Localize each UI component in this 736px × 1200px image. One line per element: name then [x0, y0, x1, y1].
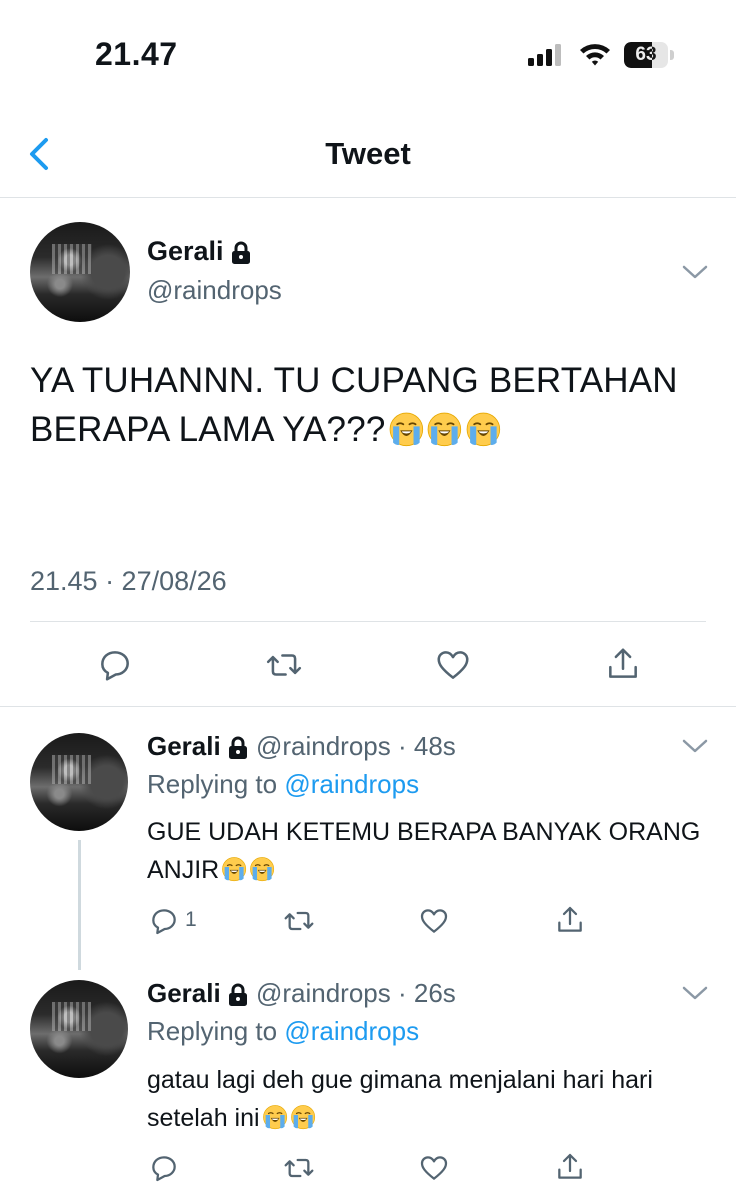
reply-time[interactable]: 26s	[414, 978, 456, 1008]
emoji-group	[260, 1104, 317, 1132]
page-title: Tweet	[325, 136, 411, 171]
avatar[interactable]	[30, 222, 130, 322]
avatar[interactable]	[30, 733, 128, 831]
top-navigation: Tweet	[0, 110, 736, 198]
loudly-crying-face-emoji	[262, 1104, 288, 1130]
retweet-icon[interactable]	[264, 646, 304, 684]
avatar[interactable]	[30, 980, 128, 1078]
emoji-group	[386, 410, 502, 449]
author-handle[interactable]: @raindrops	[256, 731, 391, 761]
status-bar: 21.47 63	[0, 0, 736, 100]
wifi-icon	[580, 44, 610, 66]
separator-dot: ·	[390, 978, 414, 1008]
author-name[interactable]: Gerali	[147, 978, 221, 1008]
replying-to: Replying to @raindrops	[147, 1016, 419, 1047]
reply-text-content: gatau lagi deh gue gimana menjalani hari…	[147, 1066, 653, 1132]
battery-tip	[670, 50, 674, 60]
loudly-crying-face-emoji	[426, 411, 463, 448]
heart-icon[interactable]	[418, 1152, 450, 1184]
lock-icon	[231, 241, 250, 264]
reply-time[interactable]: 48s	[414, 731, 456, 761]
reply-count: 1	[185, 908, 197, 931]
battery-icon: 63	[624, 42, 668, 68]
reply-header: Gerali @raindrops · 48s	[147, 731, 456, 762]
lock-icon	[228, 983, 247, 1007]
replying-to-mention[interactable]: @raindrops	[284, 769, 419, 799]
share-icon[interactable]	[554, 903, 586, 937]
chevron-down-icon[interactable]	[680, 983, 710, 1003]
comment-icon[interactable]	[148, 1152, 180, 1184]
battery-level: 63	[635, 44, 657, 65]
comment-icon[interactable]	[148, 905, 180, 937]
retweet-icon[interactable]	[282, 905, 316, 937]
reply-header: Gerali @raindrops · 26s	[147, 978, 456, 1009]
chevron-down-icon[interactable]	[680, 736, 710, 756]
author-handle[interactable]: @raindrops	[256, 978, 391, 1008]
comment-icon[interactable]	[96, 646, 134, 684]
replying-to-label: Replying to	[147, 1016, 278, 1046]
tweet-text-content: YA TUHANNN. TU CUPANG BERTAHAN BERAPA LA…	[30, 361, 678, 449]
author-name[interactable]: Gerali	[147, 731, 221, 761]
heart-icon[interactable]	[434, 646, 472, 684]
loudly-crying-face-emoji	[221, 856, 247, 882]
emoji-group	[219, 856, 276, 884]
section-divider	[0, 706, 736, 707]
loudly-crying-face-emoji	[290, 1104, 316, 1130]
tweet-text: YA TUHANNN. TU CUPANG BERTAHAN BERAPA LA…	[30, 356, 700, 454]
loudly-crying-face-emoji	[249, 856, 275, 882]
replying-to-label: Replying to	[147, 769, 278, 799]
author-handle[interactable]: @raindrops	[147, 275, 282, 306]
retweet-icon[interactable]	[282, 1152, 316, 1184]
loudly-crying-face-emoji	[465, 411, 502, 448]
cellular-signal-icon	[528, 44, 562, 66]
lock-icon	[228, 736, 247, 760]
status-time: 21.47	[95, 36, 178, 72]
replying-to-mention[interactable]: @raindrops	[284, 1016, 419, 1046]
loudly-crying-face-emoji	[388, 411, 425, 448]
author-name[interactable]: Gerali	[147, 236, 224, 266]
share-icon[interactable]	[554, 1150, 586, 1184]
tweet-timestamp[interactable]: 21.45 · 27/08/26	[30, 566, 227, 597]
share-icon[interactable]	[604, 644, 642, 684]
author-name-row[interactable]: Gerali	[147, 236, 252, 267]
thread-connector	[78, 840, 81, 970]
chevron-down-icon[interactable]	[680, 262, 710, 282]
heart-icon[interactable]	[418, 905, 450, 937]
separator-dot: ·	[390, 731, 414, 761]
reply-text: GUE UDAH KETEMU BERAPA BANYAK ORANG ANJI…	[147, 813, 707, 889]
reply-text: gatau lagi deh gue gimana menjalani hari…	[147, 1061, 707, 1137]
divider	[30, 621, 706, 622]
replying-to: Replying to @raindrops	[147, 769, 419, 800]
